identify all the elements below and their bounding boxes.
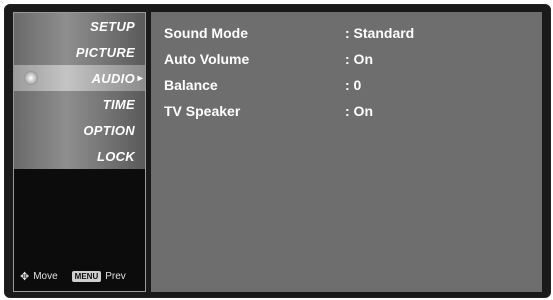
tv-osd-screen: SETUP PICTURE AUDIO TIME OPTION LOCK ✥ M… [4, 4, 551, 298]
move-label: Move [33, 271, 58, 282]
menu-item-label: OPTION [83, 122, 135, 138]
setting-value: : On [345, 103, 373, 119]
menu-item-label: PICTURE [75, 44, 135, 60]
setting-label: TV Speaker [164, 103, 241, 119]
menu-item-audio[interactable]: AUDIO [14, 65, 145, 91]
menu-item-setup[interactable]: SETUP [14, 13, 145, 39]
setting-label: Balance [164, 77, 218, 93]
menu-item-label: SETUP [90, 18, 135, 34]
prev-label: Prev [105, 271, 126, 282]
menu-item-label: AUDIO [91, 70, 135, 86]
menu-item-label: TIME [102, 96, 135, 112]
menu-item-lock[interactable]: LOCK [14, 143, 145, 169]
setting-value: : On [345, 51, 373, 67]
menu-item-time[interactable]: TIME [14, 91, 145, 117]
main-menu-sidebar: SETUP PICTURE AUDIO TIME OPTION LOCK ✥ M… [13, 12, 146, 292]
menu-item-picture[interactable]: PICTURE [14, 39, 145, 65]
setting-value: : 0 [345, 77, 362, 93]
setting-label: Sound Mode [164, 25, 248, 41]
menu-item-label: LOCK [96, 148, 135, 164]
setting-value: : Standard [345, 25, 415, 41]
audio-icon [24, 71, 38, 85]
setting-label: Auto Volume [164, 51, 250, 67]
audio-settings-panel: Sound Mode : Standard Auto Volume : On B… [151, 12, 542, 292]
menu-item-option[interactable]: OPTION [14, 117, 145, 143]
menu-key-icon: MENU [71, 271, 102, 282]
navigation-hint: ✥ Move MENU Prev [20, 270, 126, 283]
move-arrows-icon: ✥ [20, 271, 30, 283]
